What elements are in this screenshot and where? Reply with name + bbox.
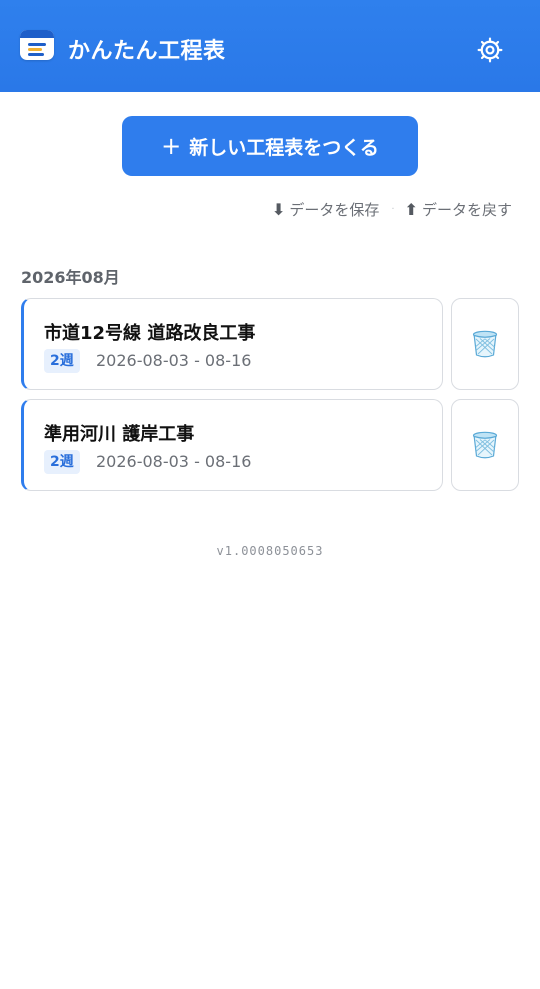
restore-data-label: データを戻す: [421, 200, 512, 219]
download-icon: ⬇: [271, 199, 286, 219]
project-card[interactable]: 市道12号線 道路改良工事 2週 2026-08-03 - 08-16: [21, 298, 443, 390]
delete-button[interactable]: [451, 298, 519, 390]
calendar-icon: [20, 30, 54, 60]
app-title: かんたん工程表: [68, 39, 226, 64]
save-data-label: データを保存: [289, 200, 380, 219]
project-card[interactable]: 準用河川 護岸工事 2週 2026-08-03 - 08-16: [21, 399, 443, 491]
new-schedule-label: 新しい工程表をつくる: [189, 136, 379, 159]
date-range: 2026-08-03 - 08-16: [96, 351, 252, 370]
data-actions: ⬇ データを保存 · ⬆ データを戻す: [0, 197, 512, 221]
duration-badge: 2週: [44, 450, 80, 474]
new-schedule-button[interactable]: + 新しい工程表をつくる: [122, 116, 418, 176]
version-label: v1.0008050653: [216, 544, 324, 558]
delete-button[interactable]: [451, 399, 519, 491]
project-title: 市道12号線 道路改良工事: [44, 323, 256, 344]
settings-button[interactable]: [470, 30, 510, 70]
duration-badge: 2週: [44, 349, 80, 373]
restore-data-link[interactable]: ⬆ データを戻す: [405, 199, 512, 220]
gear-icon: [477, 37, 503, 63]
upload-icon: ⬆: [404, 199, 418, 219]
date-range: 2026-08-03 - 08-16: [96, 452, 252, 471]
save-data-link[interactable]: ⬇ データを保存: [272, 199, 379, 220]
app-header: かんたん工程表: [0, 0, 540, 92]
month-header: 2026年08月: [21, 268, 120, 287]
trash-icon: [472, 330, 498, 358]
separator: ·: [391, 203, 395, 215]
project-title: 準用河川 護岸工事: [44, 424, 195, 445]
trash-icon: [472, 431, 498, 459]
plus-icon: +: [161, 132, 182, 160]
